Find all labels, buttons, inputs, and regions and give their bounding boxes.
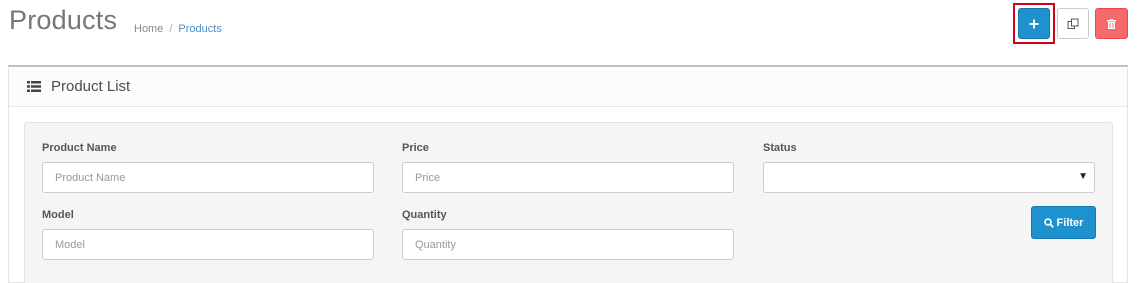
filter-button[interactable]: Filter <box>1031 206 1096 239</box>
model-input[interactable]: Model <box>42 229 374 260</box>
copy-button[interactable] <box>1057 8 1089 39</box>
panel-title: Product List <box>51 78 131 95</box>
caret-down-icon: ▼ <box>1078 171 1088 182</box>
product-name-label: Product Name <box>42 142 117 154</box>
page-header: Products Home / Products <box>0 0 1140 62</box>
page-title: Products <box>9 5 118 35</box>
status-select[interactable]: ▼ <box>763 162 1095 193</box>
search-icon <box>1043 217 1054 228</box>
panel-heading: Product List <box>9 67 1127 107</box>
list-icon <box>27 81 41 92</box>
copy-icon <box>1067 18 1079 29</box>
breadcrumb-separator: / <box>169 23 173 35</box>
product-list-panel: Product List Product Name Product Name P… <box>8 65 1128 283</box>
quantity-label: Quantity <box>402 209 447 221</box>
breadcrumb-products-link[interactable]: Products <box>178 23 221 35</box>
status-label: Status <box>763 142 797 154</box>
filter-button-label: Filter <box>1056 216 1084 229</box>
delete-button[interactable] <box>1095 8 1128 39</box>
filter-form: Product Name Product Name Price Price St… <box>24 122 1113 283</box>
trash-icon <box>1107 18 1116 29</box>
plus-icon <box>1029 19 1039 28</box>
model-label: Model <box>42 209 74 221</box>
product-name-input[interactable]: Product Name <box>42 162 374 193</box>
breadcrumb-home-link[interactable]: Home <box>134 23 163 35</box>
price-input[interactable]: Price <box>402 162 734 193</box>
add-new-button[interactable] <box>1018 8 1050 39</box>
quantity-input[interactable]: Quantity <box>402 229 734 260</box>
breadcrumb: Home / Products <box>134 23 222 35</box>
price-label: Price <box>402 142 429 154</box>
